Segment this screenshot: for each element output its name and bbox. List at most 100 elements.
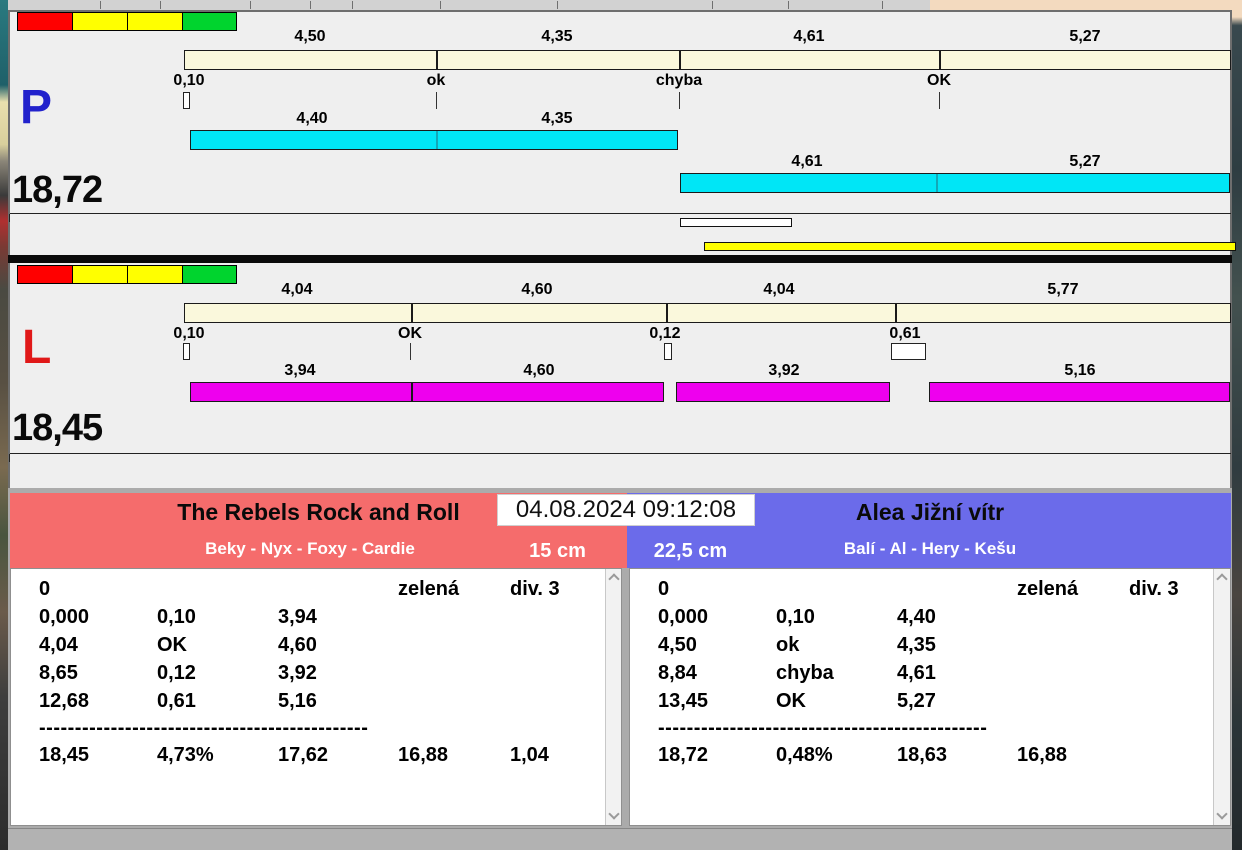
p-tick-label: chyba (655, 72, 703, 89)
scale-bar-divider (411, 304, 413, 322)
team-right-scrollbar[interactable] (1213, 569, 1230, 825)
table-separator: ----------------------------------------… (658, 717, 988, 739)
traffic-light-green-segment (182, 12, 237, 31)
table-separator: ----------------------------------------… (39, 717, 369, 739)
p-progress-bar-white (680, 218, 792, 227)
l-total-time: 18,45 (12, 407, 103, 449)
table-row: 0 zelená div. 3 (39, 575, 621, 603)
background-column-divider (352, 1, 353, 9)
totals-row: 18,45 4,73% 17,62 16,88 1,04 (39, 741, 621, 769)
split-cumulative: 8,65 (39, 661, 78, 684)
total-time: 18,72 (658, 743, 709, 766)
scale-bar-divider (436, 51, 438, 69)
p-tick-label: 0,10 (173, 72, 205, 89)
p-tick-label: ok (426, 72, 446, 89)
team-right-jump-height: 22,5 cm (653, 540, 728, 562)
background-column-divider (310, 1, 311, 9)
background-column-divider (250, 1, 251, 9)
split-lap: 4,61 (897, 661, 936, 684)
p-run-bar-1 (190, 130, 678, 150)
traffic-light-yellow-segment (72, 12, 128, 31)
p-start-marker (183, 92, 190, 109)
run-bar-divider (411, 383, 413, 401)
table-row: 8,65 0,12 3,92 (39, 659, 621, 687)
l-scale-label: 5,77 (1047, 281, 1079, 298)
table-row: 0 zelená div. 3 (658, 575, 1230, 603)
split-change: 0,12 (157, 661, 196, 684)
l-section-baseline (10, 453, 1231, 454)
split-change: OK (776, 689, 806, 712)
l-side-letter: L (22, 321, 52, 374)
split-change: 0,10 (776, 605, 815, 628)
section-divider (8, 255, 1232, 263)
screen: 4,50 4,35 4,61 5,27 0,10 ok chyba OK 4,4… (0, 0, 1242, 850)
l-scale-label: 4,60 (521, 281, 553, 298)
l-tick-label: 0,61 (889, 325, 921, 342)
scroll-down-button[interactable] (608, 808, 620, 820)
division-label: div. 3 (510, 577, 560, 600)
p-traffic-light (17, 12, 240, 31)
light-status: zelená (398, 577, 460, 600)
split-cumulative: 4,50 (658, 633, 697, 656)
team-left-scrollbar[interactable] (605, 569, 621, 825)
p-run-label: 4,61 (791, 153, 823, 170)
total-net: 18,63 (897, 743, 948, 766)
table-row: 0,000 0,10 3,94 (39, 603, 621, 631)
team-right-results-pane: 0 zelená div. 3 0,000 0,10 4,40 4,50 ok … (629, 568, 1231, 826)
split-lap: 3,92 (278, 661, 317, 684)
background-column-divider (882, 1, 883, 9)
p-scale-bar (184, 50, 1231, 70)
split-change: chyba (776, 661, 834, 684)
l-tick-mark (410, 343, 411, 360)
split-change: 0,10 (157, 605, 196, 628)
l-tick-label: 0,12 (649, 325, 681, 342)
split-cumulative: 13,45 (658, 689, 709, 712)
split-cumulative: 0,000 (39, 605, 90, 628)
split-change: 0,61 (157, 689, 196, 712)
traffic-light-yellow-segment (127, 12, 183, 31)
window-bottom-bar (8, 828, 1232, 850)
light-status: zelená (1017, 577, 1079, 600)
p-baseline-tick (9, 214, 10, 222)
scale-bar-divider (679, 51, 681, 69)
split-lap: 4,60 (278, 633, 317, 656)
table-row: 4,04 OK 4,60 (39, 631, 621, 659)
total-percent: 4,73% (157, 743, 214, 766)
l-start-marker (183, 343, 190, 360)
p-tick-mark (939, 92, 940, 109)
p-scale-label: 4,50 (294, 28, 326, 45)
l-baseline-tick (9, 454, 10, 462)
scroll-down-button[interactable] (1216, 808, 1228, 820)
total-reference: 16,88 (398, 743, 449, 766)
chevron-down-icon (1216, 808, 1228, 820)
traffic-light-green-segment (182, 265, 237, 284)
p-scale-label: 4,35 (541, 28, 573, 45)
run-bar-divider (436, 131, 438, 149)
p-run-label: 4,35 (541, 110, 573, 127)
chevron-up-icon (608, 573, 620, 585)
scroll-up-button[interactable] (1216, 573, 1228, 585)
scroll-up-button[interactable] (608, 573, 620, 585)
team-left-jump-height: 15 cm (529, 540, 586, 562)
p-run-label: 4,40 (296, 110, 328, 127)
split-lap: 3,94 (278, 605, 317, 628)
l-run-bar-1 (190, 382, 664, 402)
split-change: OK (157, 633, 187, 656)
split-lap: 4,35 (897, 633, 936, 656)
table-row: 0,000 0,10 4,40 (658, 603, 1230, 631)
l-run-label: 4,60 (523, 362, 555, 379)
scale-bar-divider (895, 304, 897, 322)
p-scale-label: 4,61 (793, 28, 825, 45)
traffic-light-yellow-segment (127, 265, 183, 284)
background-column-divider (440, 1, 441, 9)
background-column-divider (160, 1, 161, 9)
l-penalty-marker (664, 343, 672, 360)
p-side-letter: P (20, 81, 53, 134)
run-bar-divider (936, 174, 938, 192)
p-section-baseline (10, 213, 1231, 214)
total-percent: 0,48% (776, 743, 833, 766)
chevron-down-icon (608, 808, 620, 820)
run-start-value: 0 (39, 577, 51, 600)
table-row: 8,84 chyba 4,61 (658, 659, 1230, 687)
team-right-members: Balí - Al - Hery - Kešu (843, 539, 1017, 558)
